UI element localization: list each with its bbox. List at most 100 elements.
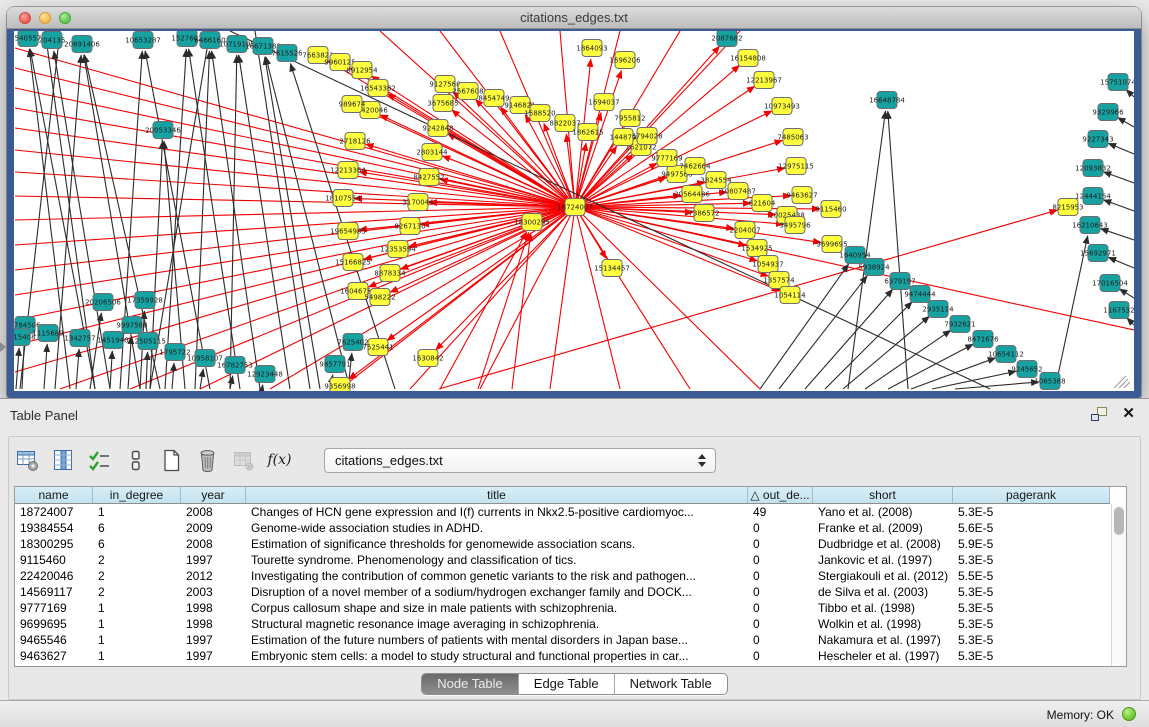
table-cell[interactable]: 1997 <box>181 632 246 648</box>
table-cell[interactable]: 0 <box>748 632 813 648</box>
table-cell[interactable]: 5.3E-5 <box>953 648 1110 664</box>
table-cell[interactable]: 9115460 <box>15 552 93 568</box>
network-node[interactable]: 15134457 <box>594 260 630 277</box>
network-node[interactable]: 2718126 <box>339 133 371 150</box>
delete-column-icon[interactable] <box>194 447 221 474</box>
canvas-resize-grip[interactable] <box>1114 376 1130 388</box>
table-cell[interactable]: 5.3E-5 <box>953 552 1110 568</box>
table-cell[interactable]: Tibbo et al. (1998) <box>813 600 953 616</box>
table-cell[interactable]: 1 <box>93 616 181 632</box>
table-cell[interactable]: 19384554 <box>15 520 93 536</box>
network-node[interactable]: 17359928 <box>127 292 163 309</box>
table-cell[interactable]: 2 <box>93 584 181 600</box>
tab-network-table[interactable]: Network Table <box>615 674 727 694</box>
new-column-icon[interactable] <box>158 447 185 474</box>
edge-expand-arrow-icon[interactable] <box>0 342 6 352</box>
table-cell[interactable]: 9699695 <box>15 616 93 632</box>
table-cell[interactable]: Embryonic stem cells: a model to study s… <box>246 648 748 664</box>
network-node[interactable]: 7485063 <box>777 129 808 146</box>
row-height-icon[interactable] <box>122 447 149 474</box>
table-cell[interactable]: Genome-wide association studies in ADHD. <box>246 520 748 536</box>
table-cell[interactable]: 2 <box>93 552 181 568</box>
table-cell[interactable]: 0 <box>748 536 813 552</box>
table-cell[interactable]: 2008 <box>181 536 246 552</box>
table-row[interactable]: 1456911722003Disruption of a novel membe… <box>15 584 1110 600</box>
network-node[interactable]: 7932621 <box>944 316 975 333</box>
column-header[interactable]: title <box>246 487 748 503</box>
table-cell[interactable]: 0 <box>748 600 813 616</box>
table-cell[interactable]: Wolkin et al. (1998) <box>813 616 953 632</box>
table-cell[interactable]: 18724007 <box>15 504 93 520</box>
network-node[interactable]: 9356998 <box>324 378 355 392</box>
column-header[interactable]: in_degree <box>93 487 181 503</box>
table-cell[interactable]: 0 <box>748 568 813 584</box>
table-cell[interactable]: 1997 <box>181 648 246 664</box>
show-columns-icon[interactable] <box>50 447 77 474</box>
network-canvas[interactable]: 1872400718300295165433822242004698967427… <box>14 31 1134 391</box>
network-node[interactable]: 20891406 <box>64 36 100 53</box>
table-cell[interactable]: Hescheler et al. (1997) <box>813 648 953 664</box>
table-cell[interactable]: 18300295 <box>15 536 93 552</box>
scrollbar-thumb[interactable] <box>1114 507 1124 535</box>
network-node[interactable]: 540557 <box>15 31 42 47</box>
network-node[interactable]: 12975115 <box>778 158 814 175</box>
table-row[interactable]: 946554611997Estimation of the future num… <box>15 632 1110 648</box>
table-cell[interactable]: Changes of HCN gene expression and I(f) … <box>246 504 748 520</box>
network-node[interactable]: 12093832 <box>1075 160 1111 177</box>
table-row[interactable]: 969969511998Structural magnetic resonanc… <box>15 616 1110 632</box>
table-cell[interactable]: 2008 <box>181 504 246 520</box>
network-node[interactable]: 1065388 <box>1034 373 1065 390</box>
network-node[interactable]: 16154808 <box>730 50 766 67</box>
table-cell[interactable]: 9463627 <box>15 648 93 664</box>
table-cell[interactable]: Investigating the contribution of common… <box>246 568 748 584</box>
network-node[interactable]: 1054937 <box>752 256 783 273</box>
table-scrollbar[interactable] <box>1111 504 1126 666</box>
network-node[interactable]: 8878334 <box>374 265 406 282</box>
table-cell[interactable]: 1997 <box>181 552 246 568</box>
network-node[interactable]: 989674 <box>339 96 366 113</box>
table-cell[interactable]: de Silva et al. (2003) <box>813 584 953 600</box>
table-cell[interactable]: Dudbridge et al. (2008) <box>813 536 953 552</box>
table-cell[interactable]: 1 <box>93 504 181 520</box>
network-node[interactable]: 9115460 <box>815 201 846 218</box>
network-node[interactable]: 19654985 <box>330 223 366 240</box>
table-selector-dropdown[interactable]: citations_edges.txt <box>324 448 716 473</box>
network-node[interactable]: 9227343 <box>1082 131 1113 148</box>
table-cell[interactable]: Nakamura et al. (1997) <box>813 632 953 648</box>
network-node[interactable]: 10653287 <box>125 32 161 49</box>
column-header[interactable]: pagerank <box>953 487 1110 503</box>
tab-edge-table[interactable]: Edge Table <box>519 674 615 694</box>
network-node[interactable]: 8267130 <box>394 218 425 235</box>
table-cell[interactable]: Estimation of significance thresholds fo… <box>246 536 748 552</box>
table-cell[interactable]: Franke et al. (2009) <box>813 520 953 536</box>
function-builder-icon[interactable]: f(x) <box>266 447 293 474</box>
column-header[interactable]: △ out_de... <box>748 487 813 503</box>
network-node[interactable]: 1795722 <box>159 344 190 361</box>
table-cell[interactable]: Disruption of a novel member of a sodium… <box>246 584 748 600</box>
table-cell[interactable]: 14569117 <box>15 584 93 600</box>
table-cell[interactable]: Structural magnetic resonance image aver… <box>246 616 748 632</box>
network-node[interactable]: 1534925 <box>741 240 772 257</box>
network-node[interactable]: 10654112 <box>988 346 1024 363</box>
table-cell[interactable]: 5.5E-5 <box>953 568 1110 584</box>
table-cell[interactable]: Tourette syndrome. Phenomenology and cla… <box>246 552 748 568</box>
table-cell[interactable]: 5.3E-5 <box>953 584 1110 600</box>
network-node[interactable]: 15166825 <box>335 254 371 271</box>
float-window-icon[interactable] <box>1091 407 1107 421</box>
table-cell[interactable]: 0 <box>748 616 813 632</box>
table-row[interactable]: 2242004622012Investigating the contribut… <box>15 568 1110 584</box>
network-node[interactable]: 20206506 <box>85 294 121 311</box>
table-cell[interactable]: Estimation of the future numbers of pati… <box>246 632 748 648</box>
table-cell[interactable]: 9777169 <box>15 600 93 616</box>
network-node[interactable]: 1167532 <box>1103 302 1134 319</box>
table-cell[interactable]: 2 <box>93 568 181 584</box>
network-node[interactable]: 8215953 <box>1052 199 1083 216</box>
table-mode-icon[interactable] <box>14 447 41 474</box>
select-columns-icon[interactable] <box>86 447 113 474</box>
table-cell[interactable]: 5.3E-5 <box>953 616 1110 632</box>
table-cell[interactable]: Stergiakouli et al. (2012) <box>813 568 953 584</box>
table-cell[interactable]: Corpus callosum shape and size in male p… <box>246 600 748 616</box>
table-cell[interactable]: 1998 <box>181 616 246 632</box>
table-cell[interactable]: 0 <box>748 584 813 600</box>
network-node[interactable]: 204135 <box>39 32 66 49</box>
